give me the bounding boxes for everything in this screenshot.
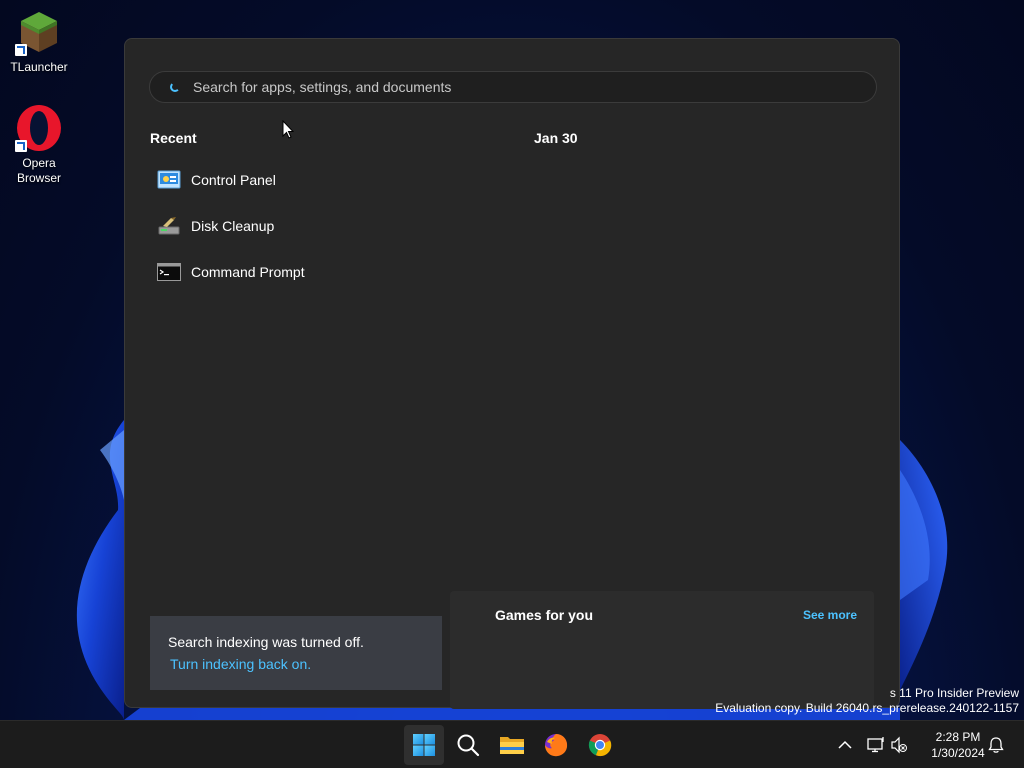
network-volume-button[interactable] — [862, 721, 912, 768]
recent-item-label: Control Panel — [191, 172, 276, 188]
build-watermark: s 11 Pro Insider Preview Evaluation copy… — [715, 686, 1019, 716]
shortcut-arrow-icon — [15, 140, 27, 152]
desktop-icon-label: TLauncher — [10, 60, 68, 74]
recent-list: Control Panel Disk Cleanup Command Promp… — [157, 163, 517, 295]
watermark-line-2: Evaluation copy. Build 26040.rs_prerelea… — [715, 701, 1019, 715]
recent-item-label: Command Prompt — [191, 264, 305, 280]
bell-icon — [988, 737, 1004, 753]
disk-cleanup-icon — [157, 216, 181, 236]
windows-start-icon — [413, 734, 435, 756]
taskbar-search-button[interactable] — [448, 725, 488, 765]
see-more-link[interactable]: See more — [803, 608, 857, 622]
recent-item-command-prompt[interactable]: Command Prompt — [157, 249, 517, 295]
indexing-notice-message: Search indexing was turned off. — [168, 634, 364, 650]
search-flyout: Recent Jan 30 Control Panel — [124, 38, 900, 709]
shortcut-arrow-icon — [15, 44, 27, 56]
command-prompt-icon — [157, 262, 181, 282]
show-hidden-icons-button[interactable] — [834, 721, 856, 768]
mouse-pointer-icon — [282, 119, 295, 144]
network-disconnected-icon — [867, 737, 884, 753]
search-icon — [457, 734, 480, 757]
games-card-title: Games for you — [495, 607, 594, 623]
watermark-line-1: s 11 Pro Insider Preview — [889, 686, 1019, 700]
date-heading: Jan 30 — [534, 130, 578, 146]
taskbar-firefox-button[interactable] — [536, 725, 576, 765]
firefox-icon — [545, 734, 568, 757]
chrome-icon — [588, 734, 612, 757]
desktop-icon-opera[interactable]: Opera Browser — [1, 104, 77, 186]
folder-icon — [500, 737, 524, 754]
desktop-icon-tlauncher[interactable]: TLauncher — [1, 8, 77, 75]
turn-indexing-on-link[interactable]: Turn indexing back on. — [170, 656, 424, 672]
search-box[interactable] — [149, 71, 877, 103]
recent-item-label: Disk Cleanup — [191, 218, 275, 234]
indexing-notice: Search indexing was turned off. Turn ind… — [150, 616, 442, 690]
minecraft-grass-block-icon — [15, 8, 63, 56]
taskbar: 2:28 PM 1/30/2024 — [0, 720, 1024, 768]
chevron-up-icon — [838, 740, 852, 749]
control-panel-icon — [157, 170, 181, 190]
desktop-icon-label: Opera Browser — [16, 156, 61, 185]
recent-heading: Recent — [150, 130, 197, 146]
volume-muted-icon — [891, 736, 907, 754]
taskbar-chrome-button[interactable] — [580, 725, 620, 765]
search-input[interactable] — [193, 79, 793, 95]
recent-item-disk-cleanup[interactable]: Disk Cleanup — [157, 203, 517, 249]
loading-spinner-icon — [170, 82, 180, 92]
notifications-button[interactable] — [984, 721, 1008, 768]
opera-logo-icon — [15, 104, 63, 152]
taskbar-file-explorer-button[interactable] — [492, 725, 532, 765]
recent-item-control-panel[interactable]: Control Panel — [157, 157, 517, 203]
taskbar-start-button[interactable] — [404, 725, 444, 765]
